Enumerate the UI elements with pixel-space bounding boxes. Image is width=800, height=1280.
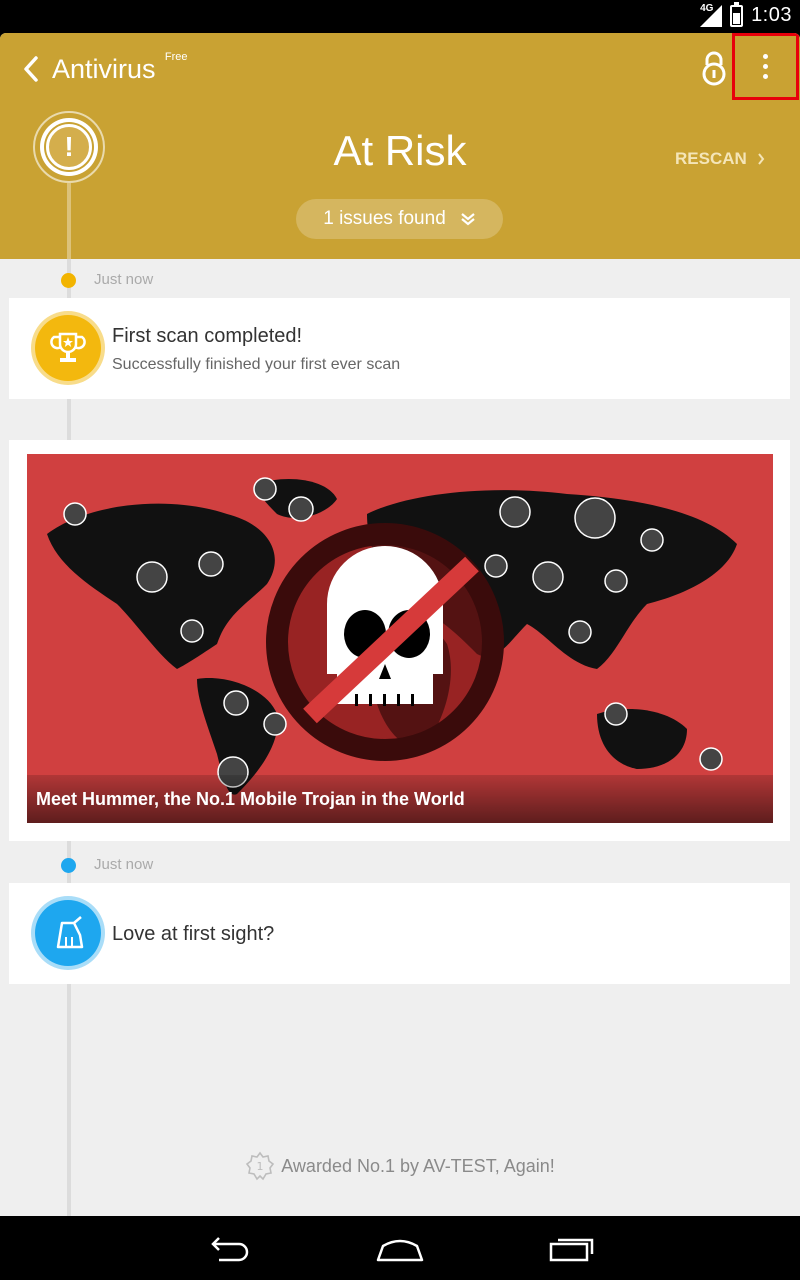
rescan-button[interactable]: RESCAN: [675, 149, 765, 169]
navigation-bar: [0, 1216, 800, 1280]
banner-caption: Meet Hummer, the No.1 Mobile Trojan in t…: [27, 775, 773, 823]
header: Antivirus Free ! At Risk RESCAN 1 issues…: [0, 33, 800, 259]
home-icon: [376, 1239, 424, 1262]
hummer-trojan-banner[interactable]: Meet Hummer, the No.1 Mobile Trojan in t…: [27, 454, 773, 823]
nav-home-button[interactable]: [375, 1234, 424, 1264]
app-title-text: Antivirus: [52, 53, 156, 84]
issues-found-button[interactable]: 1 issues found: [296, 199, 503, 239]
card-title: First scan completed!: [112, 325, 303, 347]
award-footer: 1 Awarded No.1 by AV-TEST, Again!: [0, 1151, 800, 1181]
nav-back-button[interactable]: [205, 1234, 253, 1264]
back-button[interactable]: Antivirus Free: [20, 51, 188, 87]
battery-icon: [730, 1, 744, 27]
card-title: Love at first sight?: [112, 923, 275, 945]
promo-card[interactable]: Meet Hummer, the No.1 Mobile Trojan in t…: [9, 440, 790, 841]
double-chevron-down-icon: [461, 213, 475, 226]
award-badge-icon: 1: [246, 1151, 275, 1181]
chevron-left-icon: [24, 56, 38, 82]
recents-icon: [549, 1238, 594, 1262]
timeline-dot: [61, 273, 76, 288]
timeline-line-header: [67, 183, 71, 259]
world-map-skull-illustration: [47, 477, 737, 795]
app-window: Antivirus Free ! At Risk RESCAN 1 issues…: [0, 33, 800, 1216]
more-vertical-icon-dot: [763, 64, 768, 69]
network-type: 4G: [700, 2, 714, 14]
status-time: 1:03: [751, 4, 792, 26]
status-bar: 4G 1:03: [0, 0, 800, 33]
card-subtitle: Successfully finished your first ever sc…: [112, 356, 401, 373]
back-icon: [211, 1237, 249, 1262]
signal-icon: 4G: [700, 2, 723, 27]
nav-recents-button[interactable]: [548, 1234, 596, 1264]
timeline-dot: [61, 858, 76, 873]
more-vertical-icon-dot: [763, 74, 768, 79]
lock-button[interactable]: [698, 51, 730, 87]
timeline-time: Just now: [94, 271, 154, 288]
chevron-right-icon: [758, 153, 765, 165]
scan-completed-card[interactable]: First scan completed! Successfully finis…: [9, 298, 790, 399]
app-title: Antivirus Free: [52, 51, 188, 85]
svg-text:1: 1: [257, 1160, 264, 1173]
love-at-first-sight-card[interactable]: Love at first sight?: [9, 883, 790, 984]
free-badge: Free: [164, 50, 188, 63]
rescan-label: RESCAN: [675, 149, 747, 168]
timeline-time: Just now: [94, 856, 154, 873]
award-text: Awarded No.1 by AV-TEST, Again!: [281, 1155, 555, 1176]
lock-icon: [702, 51, 726, 86]
trophy-icon: [35, 315, 101, 381]
broom-icon: [35, 900, 101, 966]
issues-label: 1 issues found: [323, 208, 446, 229]
more-options-button[interactable]: [732, 33, 799, 100]
more-vertical-icon-dot: [763, 54, 768, 59]
